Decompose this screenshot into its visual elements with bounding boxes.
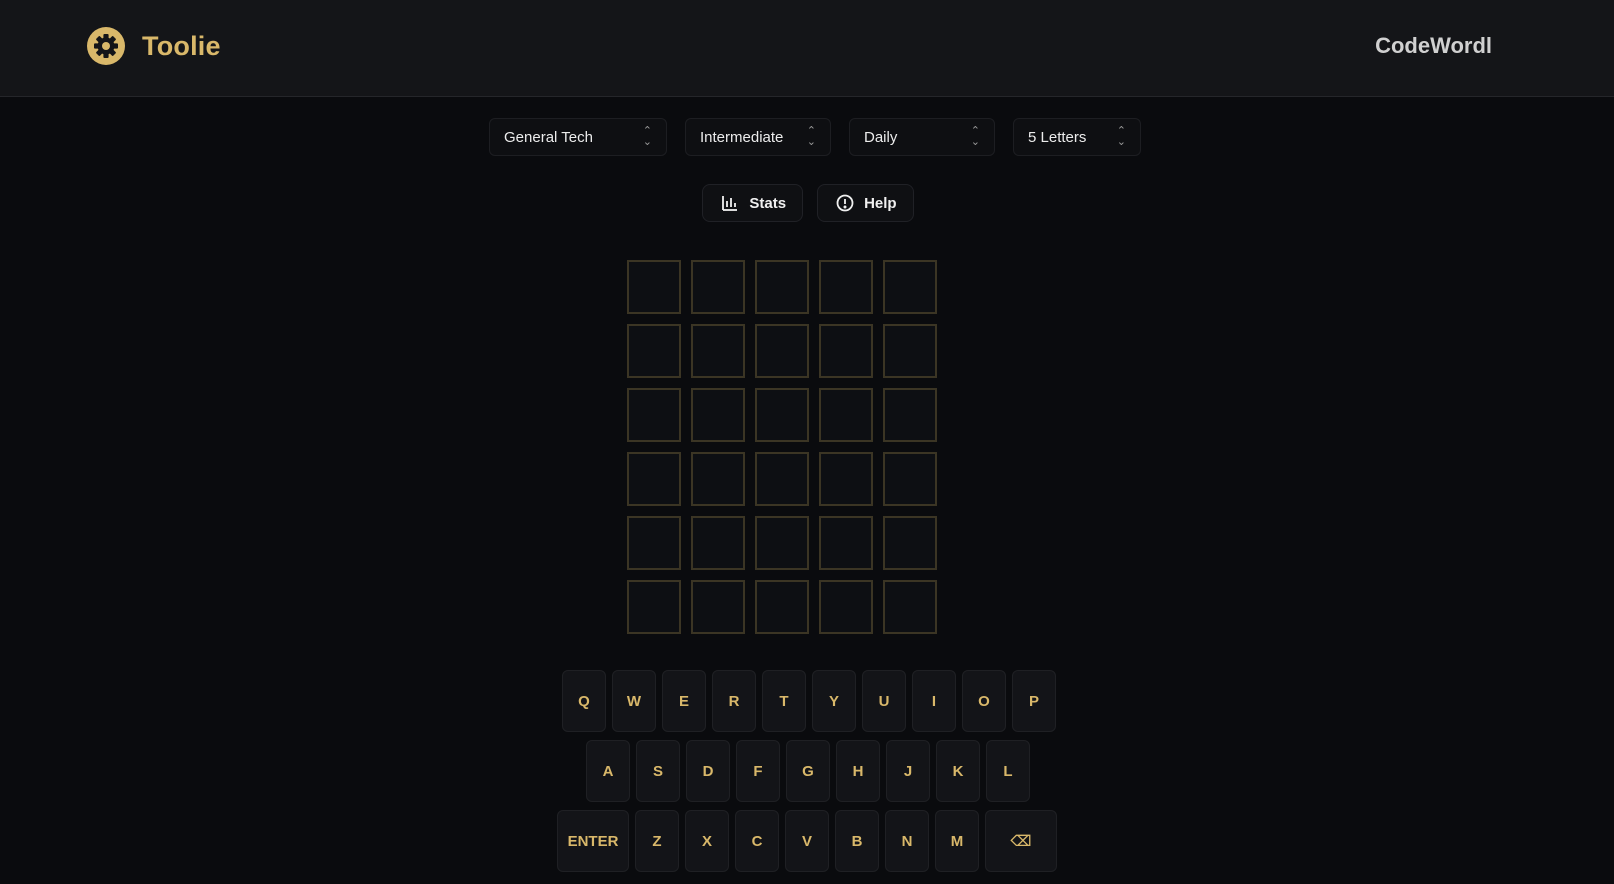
help-label: Help <box>864 194 897 212</box>
enter-key[interactable]: ENTER <box>557 810 629 872</box>
letter-tile <box>883 580 937 634</box>
letter-tile <box>755 324 809 378</box>
letter-tile <box>627 580 681 634</box>
stats-button[interactable]: Stats <box>702 184 804 222</box>
key-a[interactable]: A <box>586 740 630 802</box>
key-b[interactable]: B <box>835 810 879 872</box>
letter-tile <box>883 324 937 378</box>
letter-tile <box>755 452 809 506</box>
letter-tile <box>883 388 937 442</box>
key-f[interactable]: F <box>736 740 780 802</box>
letter-tile <box>819 580 873 634</box>
letter-tile <box>819 452 873 506</box>
key-e[interactable]: E <box>662 670 706 732</box>
key-x[interactable]: X <box>685 810 729 872</box>
letter-tile <box>755 516 809 570</box>
action-bar: Stats Help <box>0 184 1614 222</box>
letter-tile <box>691 452 745 506</box>
key-o[interactable]: O <box>962 670 1006 732</box>
letter-tile <box>627 452 681 506</box>
letter-tile <box>819 324 873 378</box>
letter-tile <box>691 516 745 570</box>
key-q[interactable]: Q <box>562 670 606 732</box>
length-select[interactable]: 5 Letters ⌃ ⌄ <box>1013 118 1141 156</box>
gear-icon <box>87 27 125 65</box>
bar-chart-icon <box>722 196 738 211</box>
key-k[interactable]: K <box>936 740 980 802</box>
letter-tile <box>627 516 681 570</box>
brand-name: Toolie <box>142 30 221 61</box>
letter-tile <box>819 388 873 442</box>
filter-bar: General Tech ⌃ ⌄ Intermediate ⌃ ⌄ Daily ⌃ ⌄… <box>0 118 1614 156</box>
difficulty-select-value: Intermediate <box>700 128 784 146</box>
letter-tile <box>627 388 681 442</box>
keyboard-row-3: ENTER Z X C V B N M ⌫ <box>0 810 1614 872</box>
length-select-value: 5 Letters <box>1028 128 1087 146</box>
letter-tile <box>883 516 937 570</box>
game-board <box>627 260 937 634</box>
key-y[interactable]: Y <box>812 670 856 732</box>
category-select[interactable]: General Tech ⌃ ⌄ <box>489 118 667 156</box>
keyboard-row-1: QWERTYUIOP <box>0 670 1614 732</box>
stats-label: Stats <box>749 194 787 212</box>
key-j[interactable]: J <box>886 740 930 802</box>
key-d[interactable]: D <box>686 740 730 802</box>
key-n[interactable]: N <box>885 810 929 872</box>
key-s[interactable]: S <box>636 740 680 802</box>
chevron-up-down-icon: ⌃ ⌄ <box>970 125 980 148</box>
letter-tile <box>691 324 745 378</box>
key-m[interactable]: M <box>935 810 979 872</box>
letter-tile <box>627 324 681 378</box>
key-l[interactable]: L <box>986 740 1030 802</box>
backspace-key[interactable]: ⌫ <box>985 810 1057 872</box>
letter-tile <box>755 388 809 442</box>
brand[interactable]: Toolie <box>86 26 221 66</box>
letter-tile <box>819 516 873 570</box>
key-v[interactable]: V <box>785 810 829 872</box>
letter-tile <box>691 580 745 634</box>
key-h[interactable]: H <box>836 740 880 802</box>
key-u[interactable]: U <box>862 670 906 732</box>
letter-tile <box>819 260 873 314</box>
letter-tile <box>883 260 937 314</box>
letter-tile <box>755 580 809 634</box>
key-r[interactable]: R <box>712 670 756 732</box>
letter-tile <box>627 260 681 314</box>
letter-tile <box>691 260 745 314</box>
letter-tile <box>883 452 937 506</box>
letter-tile <box>691 388 745 442</box>
key-i[interactable]: I <box>912 670 956 732</box>
help-button[interactable]: Help <box>817 184 914 222</box>
mode-select[interactable]: Daily ⌃ ⌄ <box>849 118 995 156</box>
keyboard-row-2: ASDFGHJKL <box>0 740 1614 802</box>
app-title: CodeWordl <box>1375 33 1492 58</box>
difficulty-select[interactable]: Intermediate ⌃ ⌄ <box>685 118 831 156</box>
key-c[interactable]: C <box>735 810 779 872</box>
chevron-up-down-icon: ⌃ ⌄ <box>642 125 652 148</box>
category-select-value: General Tech <box>504 128 593 146</box>
mode-select-value: Daily <box>864 128 898 146</box>
app-header: Toolie CodeWordl <box>0 0 1614 97</box>
key-t[interactable]: T <box>762 670 806 732</box>
info-circle-icon <box>836 194 854 212</box>
key-p[interactable]: P <box>1012 670 1056 732</box>
chevron-up-down-icon: ⌃ ⌄ <box>1116 125 1126 148</box>
chevron-up-down-icon: ⌃ ⌄ <box>806 125 816 148</box>
key-g[interactable]: G <box>786 740 830 802</box>
on-screen-keyboard: QWERTYUIOP ASDFGHJKL ENTER Z X C V B N M ⌫ <box>0 670 1614 880</box>
letter-tile <box>755 260 809 314</box>
key-w[interactable]: W <box>612 670 656 732</box>
key-z[interactable]: Z <box>635 810 679 872</box>
